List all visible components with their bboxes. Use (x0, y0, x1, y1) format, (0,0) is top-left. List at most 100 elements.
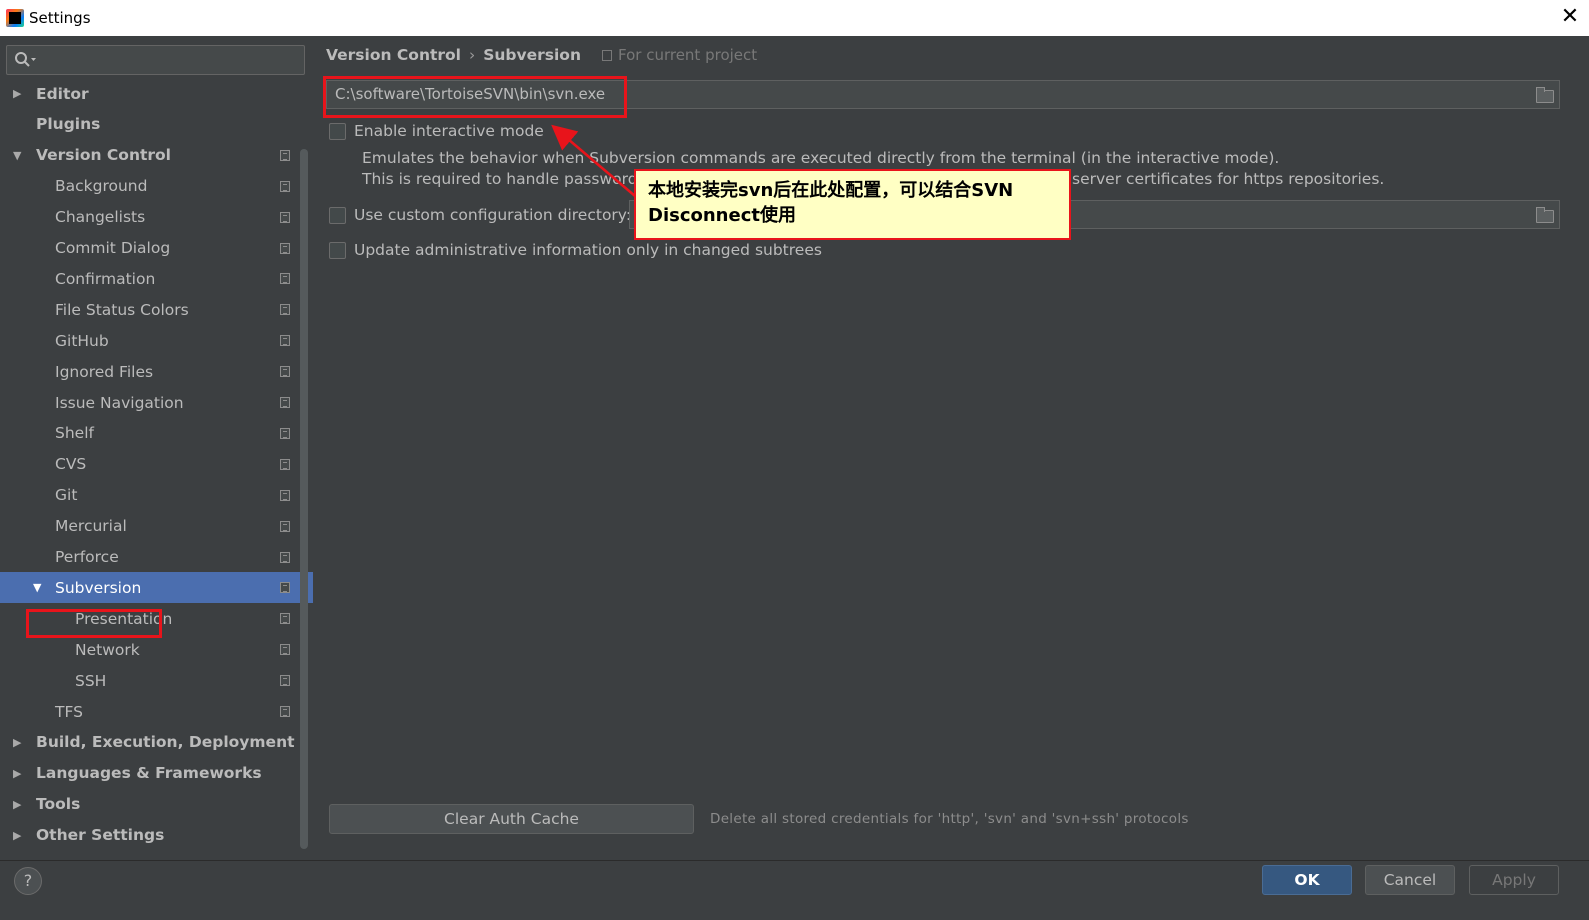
sidebar-item-label: Subversion (55, 578, 142, 597)
sidebar-item-label: Network (75, 640, 140, 659)
sidebar-item-issue-navigation[interactable]: Issue Navigation (0, 387, 313, 418)
interactive-mode-description-2-left: This is required to handle password/p (362, 170, 653, 188)
project-scope-icon (280, 273, 290, 285)
sidebar-item-github[interactable]: GitHub (0, 325, 313, 356)
sidebar-item-subversion[interactable]: ▼ Subversion (0, 572, 313, 604)
sidebar-item-tfs[interactable]: TFS (0, 696, 313, 727)
clear-auth-cache-note: Delete all stored credentials for 'http'… (710, 811, 1189, 827)
sidebar-item-background[interactable]: Background (0, 171, 313, 202)
clear-auth-cache-button[interactable]: Clear Auth Cache (329, 804, 694, 834)
sidebar-item-confirmation[interactable]: Confirmation (0, 263, 313, 294)
expand-right-icon[interactable]: ▶ (13, 736, 21, 749)
sidebar-item-label: Plugins (36, 115, 101, 134)
sidebar-item-other-settings[interactable]: ▶ Other Settings (0, 820, 313, 851)
sidebar-item-git[interactable]: Git (0, 480, 313, 511)
sidebar-item-label: Languages & Frameworks (36, 764, 262, 783)
project-scope-icon (280, 304, 290, 316)
for-current-project-label: For current project (602, 46, 757, 64)
sidebar-item-ignored-files[interactable]: Ignored Files (0, 356, 313, 387)
custom-config-label: Use custom configuration directory: (354, 206, 632, 224)
sidebar-item-label: SSH (75, 671, 107, 690)
browse-config-folder-icon[interactable] (1536, 207, 1554, 223)
sidebar-item-label: Background (55, 177, 148, 196)
sidebar-item-changelists[interactable]: Changelists (0, 202, 313, 233)
project-scope-icon (280, 520, 290, 532)
sidebar-item-label: CVS (55, 455, 87, 474)
expand-right-icon[interactable]: ▶ (13, 87, 21, 100)
sidebar-item-label: Editor (36, 84, 89, 103)
sidebar-item-label: Version Control (36, 146, 171, 165)
annotation-callout: 本地安装完svn后在此处配置，可以结合SVN Disconnect使用 (634, 169, 1071, 240)
sidebar-item-languages-frameworks[interactable]: ▶ Languages & Frameworks (0, 758, 313, 789)
project-scope-icon (280, 149, 290, 161)
settings-sidebar: ▶ Editor Plugins ▼ Version Control Background… (0, 36, 313, 860)
sidebar-item-tools[interactable]: ▶ Tools (0, 789, 313, 820)
svn-path-highlight-box (323, 76, 627, 118)
sidebar-item-version-control[interactable]: ▼ Version Control (0, 140, 313, 171)
apply-button[interactable]: Apply (1469, 865, 1559, 895)
sidebar-item-label: Git (55, 486, 78, 505)
sidebar-item-file-status-colors[interactable]: File Status Colors (0, 294, 313, 325)
expand-right-icon[interactable]: ▶ (13, 767, 21, 780)
help-icon[interactable]: ? (14, 867, 42, 895)
sidebar-scrollbar[interactable] (300, 149, 308, 849)
breadcrumb-parent: Version Control (326, 46, 461, 64)
sidebar-item-network[interactable]: Network (0, 634, 313, 665)
update-admin-label: Update administrative information only i… (354, 241, 822, 259)
interactive-mode-description-1: Emulates the behavior when Subversion co… (362, 149, 1280, 167)
custom-config-checkbox[interactable] (329, 207, 346, 224)
project-scope-icon (280, 458, 290, 470)
settings-search-input[interactable] (6, 45, 305, 75)
project-scope-icon (280, 675, 290, 687)
search-icon (15, 52, 36, 67)
expand-down-icon[interactable]: ▼ (33, 581, 41, 594)
sidebar-item-label: Confirmation (55, 269, 156, 288)
project-scope-icon (280, 582, 290, 594)
window-title: Settings (29, 9, 91, 27)
project-scope-icon (280, 427, 290, 439)
sidebar-item-label: Changelists (55, 208, 146, 227)
project-scope-icon (280, 335, 290, 347)
project-scope-icon (280, 706, 290, 717)
sidebar-item-label: GitHub (55, 331, 109, 350)
project-scope-icon (280, 242, 290, 254)
expand-right-icon[interactable]: ▶ (13, 829, 21, 842)
project-scope-icon (280, 366, 290, 378)
sidebar-item-perforce[interactable]: Perforce (0, 542, 313, 573)
browse-folder-icon[interactable] (1536, 87, 1554, 103)
sidebar-item-ssh[interactable]: SSH (0, 665, 313, 696)
sidebar-item-editor[interactable]: ▶ Editor (0, 78, 313, 109)
project-scope-icon (280, 211, 290, 223)
expand-right-icon[interactable]: ▶ (13, 798, 21, 811)
project-scope-icon (280, 613, 290, 625)
sidebar-item-shelf[interactable]: Shelf (0, 418, 313, 449)
project-scope-icon (280, 180, 290, 192)
project-scope-icon (280, 397, 290, 408)
sidebar-item-label: Mercurial (55, 517, 127, 536)
settings-content: Version Control › Subversion For current p… (313, 36, 1589, 860)
project-scope-icon (280, 489, 290, 501)
sidebar-item-label: Ignored Files (55, 362, 154, 381)
sidebar-item-commit-dialog[interactable]: Commit Dialog (0, 233, 313, 264)
sidebar-item-label: File Status Colors (55, 300, 189, 319)
dialog-footer: ? OK Cancel Apply (0, 860, 1589, 920)
sidebar-item-build-execution-deployment[interactable]: ▶ Build, Execution, Deployment (0, 727, 313, 758)
breadcrumb: Version Control › Subversion (326, 46, 581, 64)
sidebar-item-cvs[interactable]: CVS (0, 449, 313, 480)
close-icon[interactable]: ✕ (1557, 4, 1583, 30)
project-scope-icon (602, 50, 612, 61)
sidebar-item-label: Tools (36, 795, 81, 814)
interactive-mode-checkbox[interactable] (329, 123, 346, 140)
ok-button[interactable]: OK (1262, 865, 1352, 895)
cancel-button[interactable]: Cancel (1365, 865, 1455, 895)
sidebar-item-label: Other Settings (36, 826, 165, 845)
breadcrumb-current: Subversion (483, 46, 581, 64)
for-current-project-text: For current project (618, 46, 758, 64)
expand-down-icon[interactable]: ▼ (13, 149, 21, 162)
interactive-mode-description-2-right: server certificates for https repositori… (1072, 170, 1385, 188)
update-admin-checkbox[interactable] (329, 242, 346, 259)
breadcrumb-separator: › (469, 46, 476, 64)
sidebar-item-label: Build, Execution, Deployment (36, 733, 295, 752)
sidebar-item-mercurial[interactable]: Mercurial (0, 511, 313, 542)
sidebar-item-plugins[interactable]: Plugins (0, 109, 313, 140)
